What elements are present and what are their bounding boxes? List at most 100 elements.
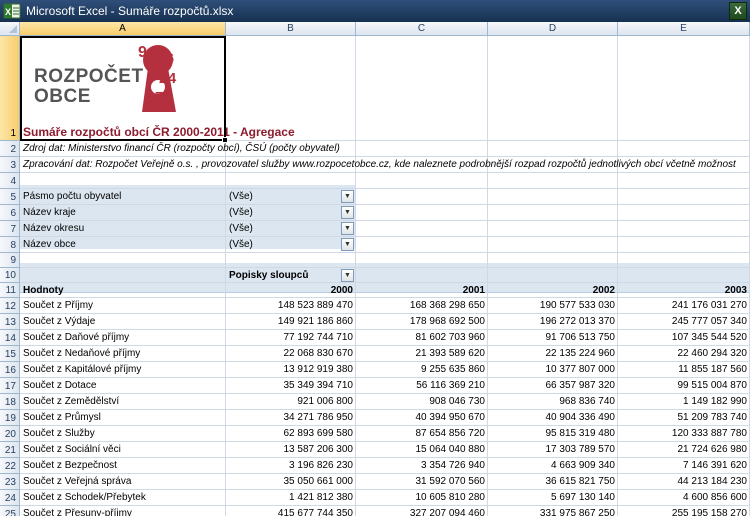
filter-label-3[interactable]: Název okresu	[20, 221, 226, 237]
data-value-cell[interactable]: 22 068 830 670	[226, 346, 356, 362]
processing-note-cell[interactable]: Zpracování dat: Rozpočet Veřejně o.s. , …	[20, 157, 750, 173]
row-header-18[interactable]: 18	[0, 394, 20, 410]
row-header-20[interactable]: 20	[0, 426, 20, 442]
data-value-cell[interactable]: 968 836 740	[488, 394, 618, 410]
data-value-cell[interactable]: 36 615 821 750	[488, 474, 618, 490]
data-value-cell[interactable]: 241 176 031 270	[618, 298, 750, 314]
filter-label-2[interactable]: Název kraje	[20, 205, 226, 221]
row-header-21[interactable]: 21	[0, 442, 20, 458]
row-header-23[interactable]: 23	[0, 474, 20, 490]
data-value-cell[interactable]: 245 777 057 340	[618, 314, 750, 330]
data-value-cell[interactable]: 921 006 800	[226, 394, 356, 410]
data-row-label[interactable]: Součet z Nedaňové příjmy	[20, 346, 226, 362]
filter-value-1[interactable]: (Vše)	[226, 189, 356, 205]
row-header-17[interactable]: 17	[0, 378, 20, 394]
values-header-cell[interactable]: Hodnoty	[20, 283, 226, 298]
data-value-cell[interactable]: 91 706 513 750	[488, 330, 618, 346]
data-row-label[interactable]: Součet z Výdaje	[20, 314, 226, 330]
data-value-cell[interactable]: 21 393 589 620	[356, 346, 488, 362]
year-header-2000[interactable]: 2000	[226, 283, 356, 298]
data-value-cell[interactable]: 255 195 158 270	[618, 506, 750, 516]
filter-dropdown-3[interactable]: ▼	[341, 222, 354, 235]
data-value-cell[interactable]: 415 677 744 350	[226, 506, 356, 516]
row-header-5[interactable]: 5	[0, 189, 20, 205]
row-header-4[interactable]: 4	[0, 173, 20, 189]
row-header-22[interactable]: 22	[0, 458, 20, 474]
column-header-c[interactable]: C	[356, 22, 488, 36]
excel-corner-icon[interactable]: X	[729, 2, 747, 20]
column-header-d[interactable]: D	[488, 22, 618, 36]
data-value-cell[interactable]: 148 523 889 470	[226, 298, 356, 314]
data-row-label[interactable]: Součet z Dotace	[20, 378, 226, 394]
data-value-cell[interactable]: 66 357 987 320	[488, 378, 618, 394]
row-header-3[interactable]: 3	[0, 157, 20, 173]
fill-handle[interactable]	[222, 137, 228, 143]
row-header-11[interactable]: 11	[0, 283, 20, 298]
data-value-cell[interactable]: 178 968 692 500	[356, 314, 488, 330]
row-header-10[interactable]: 10	[0, 268, 20, 283]
year-header-2001[interactable]: 2001	[356, 283, 488, 298]
data-row-label[interactable]: Součet z Služby	[20, 426, 226, 442]
data-value-cell[interactable]: 56 116 369 210	[356, 378, 488, 394]
data-row-label[interactable]: Součet z Daňové příjmy	[20, 330, 226, 346]
data-value-cell[interactable]: 4 663 909 340	[488, 458, 618, 474]
row-header-9[interactable]: 9	[0, 253, 20, 268]
data-value-cell[interactable]: 908 046 730	[356, 394, 488, 410]
filter-value-3[interactable]: (Vše)	[226, 221, 356, 237]
data-value-cell[interactable]: 15 064 040 880	[356, 442, 488, 458]
data-value-cell[interactable]: 31 592 070 560	[356, 474, 488, 490]
row-header-15[interactable]: 15	[0, 346, 20, 362]
data-value-cell[interactable]: 4 600 856 600	[618, 490, 750, 506]
data-value-cell[interactable]: 22 460 294 320	[618, 346, 750, 362]
filter-dropdown-2[interactable]: ▼	[341, 206, 354, 219]
data-value-cell[interactable]: 10 377 807 000	[488, 362, 618, 378]
data-value-cell[interactable]: 22 135 224 960	[488, 346, 618, 362]
filter-value-2[interactable]: (Vše)	[226, 205, 356, 221]
data-value-cell[interactable]: 3 196 826 230	[226, 458, 356, 474]
data-value-cell[interactable]: 168 368 298 650	[356, 298, 488, 314]
data-value-cell[interactable]: 40 394 950 670	[356, 410, 488, 426]
data-value-cell[interactable]: 331 975 867 250	[488, 506, 618, 516]
column-labels-cell[interactable]: Popisky sloupců	[226, 268, 356, 283]
row-header-6[interactable]: 6	[0, 205, 20, 221]
row-header-1[interactable]: 1	[0, 36, 20, 141]
data-value-cell[interactable]: 99 515 004 870	[618, 378, 750, 394]
data-value-cell[interactable]: 13 912 919 380	[226, 362, 356, 378]
row-header-16[interactable]: 16	[0, 362, 20, 378]
data-row-label[interactable]: Součet z Sociální věci	[20, 442, 226, 458]
data-value-cell[interactable]: 3 354 726 940	[356, 458, 488, 474]
data-value-cell[interactable]: 120 333 887 780	[618, 426, 750, 442]
data-value-cell[interactable]: 34 271 786 950	[226, 410, 356, 426]
source-note-cell[interactable]: Zdroj dat: Ministerstvo financí ČR (rozp…	[20, 141, 750, 157]
data-row-label[interactable]: Součet z Schodek/Přebytek	[20, 490, 226, 506]
data-value-cell[interactable]: 95 815 319 480	[488, 426, 618, 442]
year-header-2002[interactable]: 2002	[488, 283, 618, 298]
filter-label-1[interactable]: Pásmo počtu obyvatel	[20, 189, 226, 205]
row-header-13[interactable]: 13	[0, 314, 20, 330]
data-row-label[interactable]: Součet z Příjmy	[20, 298, 226, 314]
row-header-8[interactable]: 8	[0, 237, 20, 253]
filter-label-4[interactable]: Název obce	[20, 237, 226, 253]
filter-dropdown-1[interactable]: ▼	[341, 190, 354, 203]
row-header-7[interactable]: 7	[0, 221, 20, 237]
data-value-cell[interactable]: 77 192 744 710	[226, 330, 356, 346]
data-row-label[interactable]: Součet z Průmysl	[20, 410, 226, 426]
filter-value-4[interactable]: (Vše)	[226, 237, 356, 253]
row-header-2[interactable]: 2	[0, 141, 20, 157]
data-value-cell[interactable]: 44 213 184 230	[618, 474, 750, 490]
filter-dropdown-4[interactable]: ▼	[341, 238, 354, 251]
data-row-label[interactable]: Součet z Veřejná správa	[20, 474, 226, 490]
row-header-25[interactable]: 25	[0, 506, 20, 516]
data-row-label[interactable]: Součet z Bezpečnost	[20, 458, 226, 474]
data-value-cell[interactable]: 5 697 130 140	[488, 490, 618, 506]
row-header-12[interactable]: 12	[0, 298, 20, 314]
data-value-cell[interactable]: 11 855 187 560	[618, 362, 750, 378]
column-labels-dropdown[interactable]: ▼	[341, 269, 354, 282]
data-value-cell[interactable]: 1 421 812 380	[226, 490, 356, 506]
data-value-cell[interactable]: 62 893 699 580	[226, 426, 356, 442]
data-value-cell[interactable]: 87 654 856 720	[356, 426, 488, 442]
data-value-cell[interactable]: 327 207 094 460	[356, 506, 488, 516]
data-row-label[interactable]: Součet z Přesuny-příjmy	[20, 506, 226, 516]
data-value-cell[interactable]: 149 921 186 860	[226, 314, 356, 330]
data-value-cell[interactable]: 35 050 661 000	[226, 474, 356, 490]
